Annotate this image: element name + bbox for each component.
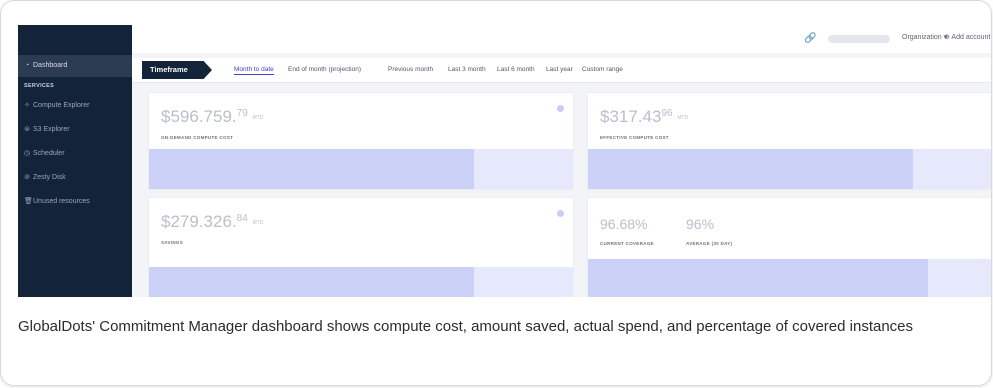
coverage-chart-area [588,259,928,297]
savings-label: SAVINGS [161,240,184,245]
effective-cost-panel: $317.4396 MTD EFFECTIVE COMPUTE COST [588,93,991,189]
organization-dropdown[interactable]: Organization ▾ [902,33,947,41]
add-account-button[interactable]: ⊕ Add account [944,33,990,41]
trash-icon: 🗑 [24,198,33,205]
timeframe-option-previous-month[interactable]: Previous month [388,66,433,73]
sidebar-item-zesty-disk[interactable]: ⊘ Zesty Disk [18,167,132,189]
timeframe-option-end-of-month[interactable]: End of month (projection) [288,66,361,73]
figure-caption: GlobalDots' Commitment Manager dashboard… [18,318,914,335]
on-demand-cost-panel: $596.759.79 MTD ON-DEMAND COMPUTE COST [149,93,573,189]
dashboard-icon: ◔ [24,62,30,69]
user-name-pill[interactable] [828,35,890,43]
average-coverage-label: AVERAGE (30 DAY) [686,241,733,246]
figure-card: ◔ Dashboard SERVICES ✧ Compute Explorer ⊜ S… [0,0,992,386]
sidebar-section-heading: SERVICES [24,83,55,89]
sidebar-item-dashboard[interactable]: ◔ Dashboard [18,55,132,77]
coverage-chart-projection [928,259,991,297]
sidebar-item-label: Zesty Disk [33,174,66,181]
on-demand-chart-projection [474,149,573,189]
sidebar: ◔ Dashboard SERVICES ✧ Compute Explorer ⊜ S… [18,25,132,297]
effective-cost-label: EFFECTIVE COMPUTE COST [600,135,669,140]
savings-value: $279.326.84 MTD [161,212,264,231]
sidebar-item-label: Dashboard [33,62,68,69]
info-icon[interactable] [557,210,564,217]
sidebar-item-label: S3 Explorer [33,126,70,133]
clock-icon: ◷ [24,150,31,157]
on-demand-chart-area [149,149,474,189]
timeframe-option-last-6-month[interactable]: Last 6 month [497,66,535,73]
sidebar-item-s3-explorer[interactable]: ⊜ S3 Explorer [18,119,132,141]
sidebar-item-label: Unused resources [33,198,90,205]
savings-chart-area [149,267,474,297]
compute-icon: ✧ [24,102,30,109]
on-demand-cost-label: ON-DEMAND COMPUTE COST [161,135,234,140]
dashboard-screenshot: ◔ Dashboard SERVICES ✧ Compute Explorer ⊜ S… [18,25,991,297]
info-icon[interactable] [557,105,564,112]
savings-chart-projection [474,267,573,297]
sidebar-item-label: Scheduler [33,150,65,157]
timeframe-option-custom-range[interactable]: Custom range [582,66,623,73]
current-coverage-label: CURRENT COVERAGE [600,241,654,246]
savings-panel: $279.326.84 MTD SAVINGS [149,198,573,297]
disk-icon: ⊘ [24,174,30,181]
sidebar-item-scheduler[interactable]: ◷ Scheduler [18,143,132,165]
sidebar-item-unused-resources[interactable]: 🗑Unused resources [18,191,132,213]
sidebar-item-compute-explorer[interactable]: ✧ Compute Explorer [18,95,132,117]
timeframe-option-last-year[interactable]: Last year [546,66,573,73]
effective-cost-value: $317.4396 MTD [600,107,689,126]
timeframe-bar: Timeframe Month to date End of month (pr… [132,58,991,83]
effective-chart-projection [913,149,991,189]
on-demand-cost-value: $596.759.79 MTD [161,107,264,126]
top-bar: 🔗 Organization ▾ ⊕ Add account [132,25,991,53]
sidebar-item-label: Compute Explorer [33,102,90,109]
coverage-panel: 96.68% 96% CURRENT COVERAGE AVERAGE (30 … [588,198,991,297]
link-icon[interactable]: 🔗 [804,33,816,44]
current-coverage-value: 96.68% [600,216,648,232]
average-coverage-value: 96% [686,216,715,232]
timeframe-option-last-3-month[interactable]: Last 3 month [448,66,486,73]
storage-icon: ⊜ [24,126,30,133]
timeframe-label: Timeframe [142,61,212,79]
timeframe-option-month-to-date[interactable]: Month to date [234,66,274,75]
effective-chart-area [588,149,913,189]
